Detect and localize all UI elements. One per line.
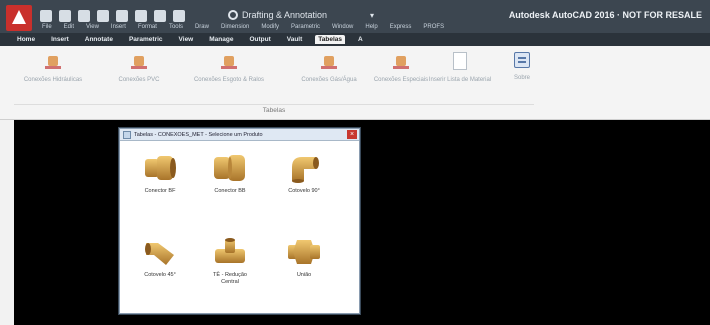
dialog-title: Tabelas - CONEXÕES_MET - Selecione um Pr… [134, 131, 263, 138]
workspace-dropdown-icon[interactable]: ▾ [370, 11, 374, 20]
ribbon-button[interactable]: Conexões Esgoto & Ralos [190, 56, 268, 84]
pipe-fitting-icon [131, 56, 147, 70]
elbow-fitting-icon [145, 243, 174, 265]
title-bar: Drafting & Annotation ▾ Autodesk AutoCAD… [0, 0, 710, 33]
product-label: TÊ - Redução Central [213, 272, 247, 285]
product-item-cotovelo-45[interactable]: Cotovelo 45° [134, 237, 186, 279]
product-item-te-reducao[interactable]: TÊ - Redução Central [204, 237, 256, 286]
tab-extra[interactable]: A [355, 35, 366, 44]
connector-fitting-icon [214, 155, 245, 181]
ribbon-panel: Conexões Hidráulicas Conexões PVC Conexõ… [0, 46, 710, 120]
info-panel-icon [514, 52, 530, 68]
ribbon-button-label: Sobre [513, 75, 530, 81]
ribbon-panel-label: Tabelas [14, 104, 534, 116]
connector-fitting-icon [145, 156, 176, 180]
menu-item[interactable]: File [42, 24, 52, 30]
menu-bar: File Edit View Insert Format Tools Draw … [42, 24, 444, 30]
tab-insert[interactable]: Insert [48, 35, 72, 44]
product-label: Cotovelo 45° [144, 272, 176, 278]
product-item-cotovelo-90[interactable]: Cotovelo 90° [278, 153, 330, 195]
autocad-logo-icon[interactable] [6, 5, 32, 31]
ribbon-button-label: Conexões PVC [118, 77, 160, 83]
tab-view[interactable]: View [176, 35, 197, 44]
undo-icon[interactable] [154, 10, 166, 22]
product-item-uniao[interactable]: União [278, 237, 330, 279]
menu-item[interactable]: Dimension [221, 24, 249, 30]
tab-manage[interactable]: Manage [206, 35, 236, 44]
product-item-conector-bb[interactable]: Conector BB [204, 153, 256, 195]
ribbon-button[interactable]: Sobre [502, 52, 542, 82]
elbow-fitting-icon [292, 157, 319, 183]
menu-item[interactable]: Express [390, 24, 412, 30]
tab-annotate[interactable]: Annotate [82, 35, 116, 44]
tab-tabelas[interactable]: Tabelas [315, 35, 346, 44]
ribbon-button-label: Conexões Esgoto & Ralos [193, 77, 265, 83]
ribbon-button[interactable]: Inserir Lista de Material [424, 52, 496, 84]
document-icon [453, 52, 467, 70]
ribbon-button[interactable]: Conexões PVC [100, 56, 178, 84]
print-icon[interactable] [135, 10, 147, 22]
tab-home[interactable]: Home [14, 35, 38, 44]
workspace-switcher[interactable]: Drafting & Annotation [228, 10, 327, 20]
pipe-fitting-icon [45, 56, 61, 70]
product-label: Cotovelo 90° [288, 188, 320, 194]
open-icon[interactable] [59, 10, 71, 22]
dialog-title-bar[interactable]: Tabelas - CONEXÕES_MET - Selecione um Pr… [120, 129, 359, 141]
plot-icon[interactable] [116, 10, 128, 22]
pipe-fitting-icon [221, 56, 237, 70]
save-as-icon[interactable] [97, 10, 109, 22]
tee-fitting-icon [215, 238, 245, 263]
ribbon-tab-bar: Home Insert Annotate Parametric View Man… [0, 33, 710, 46]
union-fitting-icon [288, 240, 320, 264]
workspace-label: Drafting & Annotation [242, 10, 328, 20]
pipe-fitting-icon [321, 56, 337, 70]
tab-output[interactable]: Output [246, 35, 273, 44]
tab-vault[interactable]: Vault [284, 35, 306, 44]
menu-item[interactable]: Help [365, 24, 377, 30]
product-label: Conector BF [144, 188, 176, 194]
redo-icon[interactable] [173, 10, 185, 22]
save-icon[interactable] [78, 10, 90, 22]
product-label: União [296, 272, 312, 278]
menu-item[interactable]: Modify [261, 24, 279, 30]
close-icon[interactable]: × [347, 130, 357, 139]
ribbon-button-label: Conexões Gás/Água [301, 77, 357, 83]
menu-item[interactable]: Window [332, 24, 353, 30]
ribbon-button[interactable]: Conexões Hidráulicas [14, 56, 92, 84]
product-selection-dialog: Tabelas - CONEXÕES_MET - Selecione um Pr… [119, 128, 360, 314]
window-icon [123, 130, 131, 139]
quick-access-toolbar [40, 10, 185, 22]
new-icon[interactable] [40, 10, 52, 22]
product-label: Conector BB [214, 188, 246, 194]
menu-item[interactable]: Format [138, 24, 157, 30]
ribbon-button-label: Inserir Lista de Material [428, 77, 492, 83]
menu-item[interactable]: Draw [195, 24, 209, 30]
menu-item[interactable]: Tools [169, 24, 183, 30]
product-item-conector-bf[interactable]: Conector BF [134, 153, 186, 195]
gear-icon [228, 10, 238, 20]
app-title: Autodesk AutoCAD 2016 · NOT FOR RESALE [508, 10, 702, 20]
menu-item[interactable]: Parametric [291, 24, 320, 30]
ribbon-button-label: Conexões Hidráulicas [23, 77, 83, 83]
pipe-fitting-icon [393, 56, 409, 70]
ribbon-button[interactable]: Conexões Gás/Água [290, 56, 368, 84]
menu-item[interactable]: Insert [111, 24, 126, 30]
tab-parametric[interactable]: Parametric [126, 35, 166, 44]
menu-item[interactable]: View [86, 24, 99, 30]
menu-item[interactable]: PROFS [423, 24, 444, 30]
menu-item[interactable]: Edit [64, 24, 74, 30]
